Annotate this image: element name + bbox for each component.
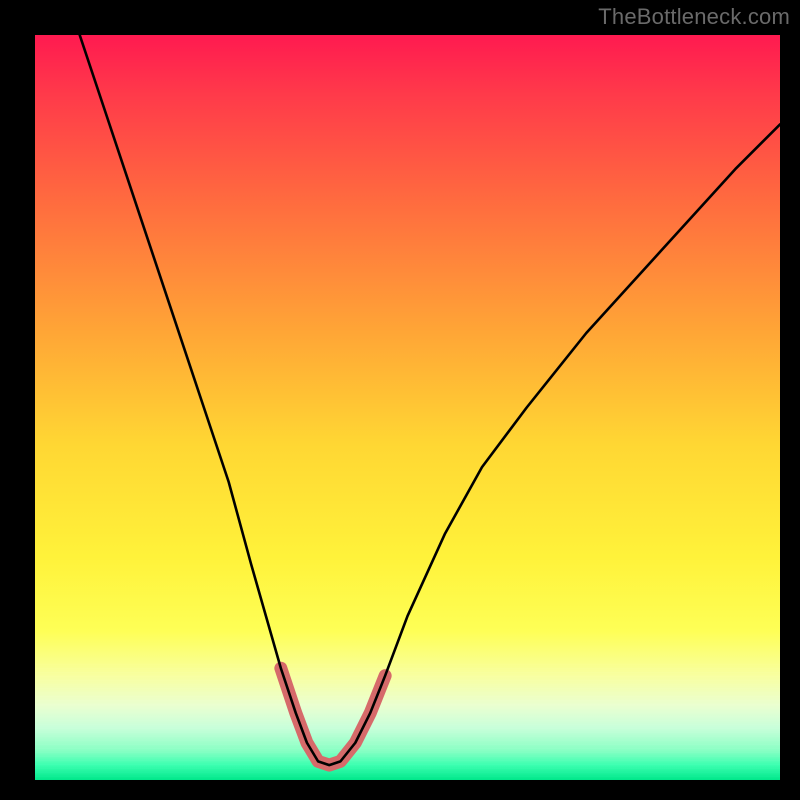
plot-area [35,35,780,780]
chart-frame: TheBottleneck.com [0,0,800,800]
bottleneck-curve-path [80,35,780,765]
watermark-text: TheBottleneck.com [598,4,790,30]
curve-svg [35,35,780,780]
